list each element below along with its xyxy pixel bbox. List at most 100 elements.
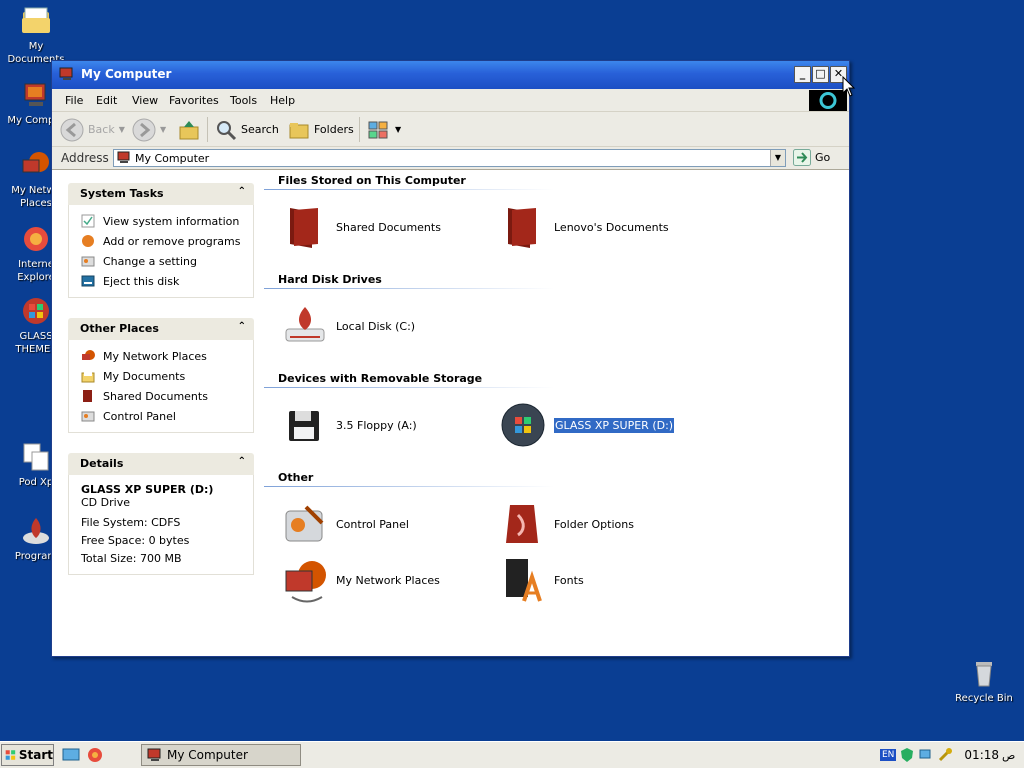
my-computer-icon (24, 83, 46, 106)
details-file-system: File System: CDFS (81, 516, 181, 529)
taskbar: Start My Computer EN 01:18 ص (0, 741, 1024, 768)
place-my-network-places[interactable]: My Network Places (81, 346, 253, 366)
item-label: GLASS XP SUPER (D:) (552, 416, 676, 434)
item-glass-xp-super-d[interactable]: GLASS XP SUPER (D:) (500, 402, 676, 448)
desktop-icon-label: Recycle Bin (955, 693, 1013, 704)
network-places-icon (22, 152, 49, 173)
forward-arrow-icon (132, 118, 156, 141)
control-panel-icon (285, 505, 324, 542)
collapse-chevron-icon[interactable]: ⌃ (238, 321, 246, 332)
item-label: Control Panel (336, 517, 409, 531)
item-floppy-a[interactable]: 3.5 Floppy (A:) (282, 402, 417, 448)
item-lenovos-documents[interactable]: Lenovo's Documents (500, 204, 669, 250)
control-panel-icon (81, 411, 95, 422)
other-places-header[interactable]: Other Places ⌃ (68, 318, 254, 340)
group-divider (264, 387, 554, 388)
up-folder-button[interactable] (177, 117, 201, 142)
my-computer-icon (117, 151, 130, 163)
panel-title: Other Places (80, 322, 159, 335)
menu-file[interactable]: File (65, 94, 83, 107)
menu-favorites[interactable]: Favorites (169, 94, 219, 107)
item-my-network-places[interactable]: My Network Places (282, 557, 440, 603)
system-tasks-header[interactable]: System Tasks ⌃ (68, 183, 254, 205)
window-title: My Computer (81, 67, 172, 81)
network-places-icon (82, 350, 95, 360)
recycle-bin-icon (976, 662, 992, 687)
item-label: Fonts (554, 573, 584, 587)
show-desktop-icon[interactable] (62, 747, 80, 763)
address-bar: Address My Computer ▼ Go (52, 147, 849, 170)
my-documents-icon (81, 371, 95, 383)
toolbar: Back ▼ ▼ Search Folders ▼ (52, 112, 849, 147)
task-eject-disk[interactable]: Eject this disk (81, 271, 253, 291)
toolbar-separator (207, 117, 208, 142)
search-label: Search (241, 123, 279, 136)
tools-tray-icon[interactable] (937, 747, 953, 763)
panel-title: System Tasks (80, 187, 164, 200)
task-view-system-information[interactable]: View system information (81, 211, 253, 231)
place-label: My Documents (103, 369, 186, 383)
place-label: Shared Documents (103, 389, 208, 403)
place-my-documents[interactable]: My Documents (81, 366, 253, 386)
clock: 01:18 (964, 748, 1000, 762)
item-shared-documents[interactable]: Shared Documents (282, 204, 441, 250)
address-dropdown-button[interactable]: ▼ (770, 150, 785, 166)
views-button[interactable]: ▼ (367, 117, 401, 142)
address-field[interactable]: My Computer ▼ (113, 149, 786, 167)
back-arrow-icon (60, 118, 84, 141)
search-button[interactable]: Search (215, 117, 279, 142)
item-control-panel[interactable]: Control Panel (282, 501, 409, 547)
collapse-chevron-icon[interactable]: ⌃ (238, 456, 246, 467)
desktop-icon-recycle-bin[interactable]: Recycle Bin (948, 656, 1020, 705)
details-header[interactable]: Details ⌃ (68, 453, 254, 475)
forward-button[interactable]: ▼ (132, 117, 166, 142)
item-label: 3.5 Floppy (A:) (336, 418, 417, 432)
item-folder-options[interactable]: Folder Options (500, 501, 634, 547)
my-computer-window: My Computer _ □ ✕ File Edit View Favorit… (51, 60, 850, 657)
taskbar-button-my-computer[interactable]: My Computer (141, 744, 301, 766)
title-bar[interactable]: My Computer _ □ ✕ (52, 61, 849, 89)
menu-help[interactable]: Help (270, 94, 295, 107)
minimize-button[interactable]: _ (794, 66, 811, 83)
item-label: Lenovo's Documents (554, 220, 669, 234)
system-tray: EN 01:18 ص (876, 744, 1024, 766)
task-label: Change a setting (103, 254, 197, 268)
maximize-button[interactable]: □ (812, 66, 829, 83)
collapse-chevron-icon[interactable]: ⌃ (238, 186, 246, 197)
go-button[interactable]: Go (793, 149, 830, 166)
item-fonts[interactable]: Fonts (500, 557, 584, 603)
folders-button[interactable]: Folders (288, 117, 354, 142)
fonts-icon (506, 559, 542, 602)
details-type: CD Drive (81, 496, 130, 509)
internet-explorer-icon (24, 227, 48, 251)
place-label: Control Panel (103, 409, 176, 423)
place-shared-documents[interactable]: Shared Documents (81, 386, 253, 406)
language-indicator[interactable]: EN (880, 749, 897, 761)
task-change-setting[interactable]: Change a setting (81, 251, 253, 271)
group-divider (264, 189, 554, 190)
start-button[interactable]: Start (1, 744, 54, 766)
menu-view[interactable]: View (132, 94, 158, 107)
task-add-remove-programs[interactable]: Add or remove programs (81, 231, 253, 251)
menu-edit[interactable]: Edit (96, 94, 117, 107)
item-local-disk-c[interactable]: Local Disk (C:) (282, 303, 415, 349)
add-remove-programs-icon (82, 235, 94, 247)
glass-themes-icon (23, 298, 49, 324)
hard-disk-icon (285, 307, 325, 342)
my-computer-icon (59, 67, 73, 80)
item-label: Local Disk (C:) (336, 319, 416, 333)
menu-tools[interactable]: Tools (230, 94, 257, 107)
back-button[interactable]: Back ▼ (60, 117, 125, 142)
place-control-panel[interactable]: Control Panel (81, 406, 253, 426)
details-total-size: Total Size: 700 MB (81, 552, 182, 565)
item-label: Shared Documents (336, 220, 441, 234)
details-panel: Details ⌃ GLASS XP SUPER (D:) CD Drive F… (68, 453, 254, 575)
network-tray-icon[interactable] (918, 747, 934, 763)
folder-icon (83, 390, 92, 402)
desktop-icon-my-documents[interactable]: My Documents (0, 4, 72, 66)
windows-flag-icon (5, 750, 16, 760)
task-pane: System Tasks ⌃ View system information A… (52, 171, 264, 656)
back-label: Back (88, 123, 115, 136)
internet-explorer-icon[interactable] (86, 746, 104, 764)
security-shield-icon[interactable] (899, 747, 915, 763)
